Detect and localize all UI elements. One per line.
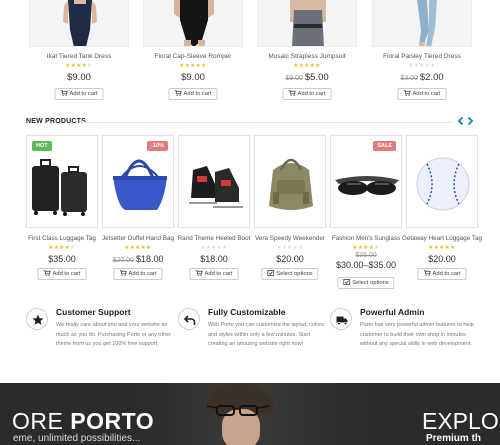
rating-stars: ★★★★★ [293,63,321,69]
add-to-cart-button[interactable]: Add to cart [113,268,163,280]
product-price: $20.00 [428,254,456,264]
product-image[interactable] [406,135,478,228]
product-image[interactable] [254,135,326,228]
feature-customer-support: Customer Support We really care about yo… [26,307,176,362]
product-name[interactable]: Vera Speedy Weekender [248,235,332,242]
add-to-cart-button[interactable]: Add to cart [189,268,239,280]
rating-stars: ★★★★★ [124,245,152,251]
add-to-cart-button[interactable]: Add to cart [54,88,104,100]
chevron-right-icon[interactable] [466,116,475,126]
product-card[interactable]: -10% Jetsetter Duffel Hand Bag ★★★★★ $20… [102,135,174,285]
rating-stars: ★★★★★ [48,245,76,251]
product-card[interactable]: HOT First Class Luggage Tag ★★★★★ $35.00… [26,135,98,285]
product-price: $18.00 [200,254,228,264]
select-options-button[interactable]: Select options [337,277,395,289]
feature-title: Customer Support [56,307,131,317]
product-name[interactable]: Fashion Men's Sunglass [324,235,408,242]
product-name[interactable]: Ikat Tiered Tank Dress [26,53,132,60]
cart-icon [43,270,51,276]
rating-stars: ★★★★★ [65,63,93,69]
product-card[interactable]: Floral Paisley Tiered Dress ★★★★★ $3.00 $… [369,0,475,104]
feature-title: Powerful Admin [360,307,425,317]
product-name[interactable]: Floral Paisley Tiered Dress [369,53,475,60]
options-icon [343,279,351,285]
cart-icon [423,270,431,276]
top-product-row: Ikat Tiered Tank Dress ★★★★★ $9.00 Add t… [0,0,500,104]
feature-fully-customizable: Fully Customizable With Porto you can cu… [178,307,328,362]
feature-icon-circle [26,308,48,330]
product-image[interactable] [178,135,250,228]
section-divider [82,122,452,123]
product-price: $9.00 [181,72,205,83]
product-card[interactable]: Ikat Tiered Tank Dress ★★★★★ $9.00 Add t… [26,0,132,104]
product-image[interactable] [29,0,129,47]
product-name[interactable]: Rand Theme Heeled Boot [172,235,256,242]
feature-icon-circle [178,308,200,330]
cart-icon [119,270,127,276]
rating-stars: ★★★★★ [428,245,456,251]
rating-stars: ★★★★★ [352,245,380,251]
add-to-cart-button[interactable]: Add to cart [168,88,218,100]
product-image[interactable] [143,0,243,47]
star-icon [32,314,44,325]
undo-arrow-icon [184,315,196,325]
product-card[interactable]: Getaway Heart Luggage Tag ★★★★★ $20.00 A… [402,135,482,285]
product-image[interactable]: SALE [330,135,402,228]
rating-stars: ★★★★★ [179,63,207,69]
product-price: $20.00 [276,254,304,264]
sale-badge: SALE [373,141,396,151]
new-products-heading: NEW PRODUCTS [26,118,86,125]
feature-icon-circle [330,308,352,330]
product-price: $3.00 $2.00 [400,72,444,83]
hero-subtitle-right: Premium th [426,433,482,444]
cart-icon [60,90,68,96]
product-card[interactable]: Floral Cap-Sleeve Romper ★★★★★ $9.00 Add… [140,0,246,104]
cart-icon [195,270,203,276]
product-card[interactable]: SALE Fashion Men's Sunglass ★★★★★ $35.00… [330,135,402,289]
cart-icon [174,90,182,96]
feature-title: Fully Customizable [208,307,286,317]
cart-icon [403,90,411,96]
feature-description: Porto has very powerful admin features t… [360,322,474,347]
product-card[interactable]: Vera Speedy Weekender ★★★★★ $20.00 Selec… [254,135,326,285]
product-price: $20.00 $18.00 [112,254,164,264]
add-to-cart-button[interactable]: Add to cart [397,88,447,100]
product-image[interactable]: -10% [102,135,174,228]
product-price: $35.00 [48,254,76,264]
product-name[interactable]: Jetsetter Duffel Hand Bag [96,235,180,242]
options-icon [267,270,275,276]
add-to-cart-button[interactable]: Add to cart [282,88,332,100]
add-to-cart-button[interactable]: Add to cart [37,268,87,280]
product-card[interactable]: Rand Theme Heeled Boot ★★★★★ $18.00 Add … [178,135,250,285]
feature-description: With Porto you can customize the layout,… [208,322,324,347]
hero-subtitle-left: eme, unlimited possibilities... [13,433,141,444]
hero-title-left: ORE PORTO [12,408,155,434]
product-name[interactable]: Getaway Heart Luggage Tag [400,235,484,242]
chevron-left-icon[interactable] [456,116,465,126]
product-name[interactable]: First Class Luggage Tag [20,235,104,242]
product-price: $9.00 $5.00 [285,72,329,83]
discount-badge: -10% [147,141,168,151]
feature-powerful-admin: Powerful Admin Porto has very powerful a… [330,307,480,362]
select-options-button[interactable]: Select options [261,268,319,280]
add-to-cart-button[interactable]: Add to cart [417,268,467,280]
truck-icon [336,316,348,326]
product-image[interactable] [257,0,357,47]
hero-title-right: EXPLO [422,408,499,434]
product-image[interactable]: HOT [26,135,98,228]
product-price: $9.00 [67,72,91,83]
hero-slider[interactable]: ORE PORTO eme, unlimited possibilities..… [0,383,500,445]
hero-glasses-graphic [206,405,270,416]
product-card[interactable]: Mosaic Strapless Jumpsuit ★★★★★ $9.00 $5.… [254,0,360,104]
rating-stars: ★★★★★ [200,245,228,251]
rating-stars: ★★★★★ [408,63,436,69]
product-name[interactable]: Floral Cap-Sleeve Romper [140,53,246,60]
feature-description: We really care about you and your websit… [56,322,171,347]
product-image[interactable] [372,0,472,47]
product-name[interactable]: Mosaic Strapless Jumpsuit [254,53,360,60]
product-price: $35.00 $30.00–$35.00 [335,252,397,270]
cart-icon [288,90,296,96]
hot-badge: HOT [32,141,52,151]
rating-stars: ★★★★★ [276,245,304,251]
